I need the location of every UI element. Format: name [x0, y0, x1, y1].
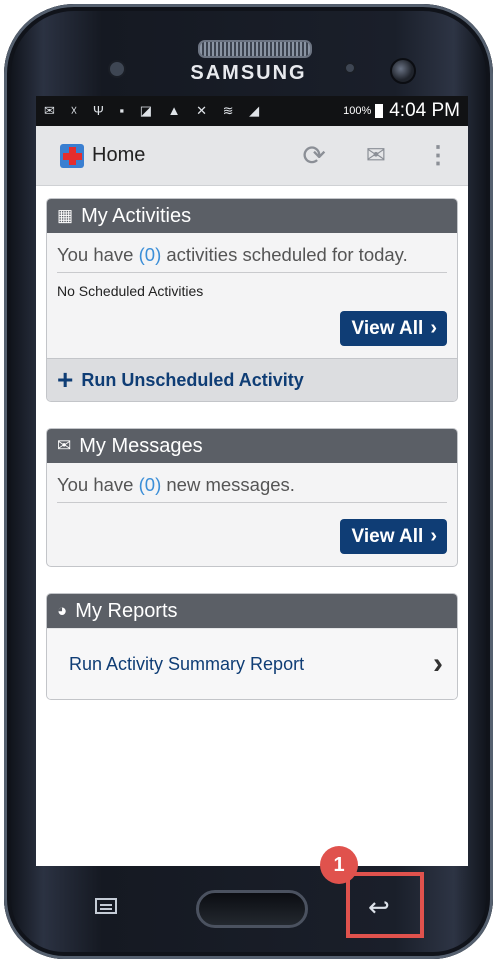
- plus-icon: +: [57, 364, 74, 395]
- mail-icon[interactable]: ✉: [366, 141, 386, 170]
- messages-title: My Messages: [79, 434, 203, 457]
- run-unscheduled-activity-button[interactable]: + Run Unscheduled Activity: [47, 358, 457, 401]
- activities-msg-prefix: You have: [57, 244, 139, 265]
- step-badge: 1: [320, 846, 358, 884]
- hardware-menu-button[interactable]: [95, 898, 117, 914]
- page-title: Home: [92, 144, 146, 166]
- screen: ✉ ☓ Ψ ▪ ◪ ▲ ✕ ≋ ◢ 100% 4:04 PM Home ⟳ ✉ …: [36, 96, 468, 866]
- chevron-right-icon: ›: [430, 525, 437, 547]
- battery-percent: 100%: [343, 105, 372, 117]
- reports-card: ◕ My Reports Run Activity Summary Report…: [46, 593, 458, 700]
- hardware-home-button[interactable]: [196, 890, 308, 928]
- calendar-icon: ▦: [57, 206, 74, 225]
- messages-card: ✉ My Messages You have (0) new messages.…: [46, 428, 458, 567]
- messages-count: (0): [138, 474, 162, 495]
- messages-header: ✉ My Messages: [47, 429, 457, 463]
- envelope-icon: ✉: [57, 436, 72, 455]
- view-all-label: View All: [351, 525, 424, 547]
- run-unscheduled-label: Run Unscheduled Activity: [81, 369, 304, 390]
- battery-icon: [375, 104, 384, 118]
- reports-header: ◕ My Reports: [47, 594, 457, 628]
- activities-header: ▦ My Activities: [47, 199, 457, 233]
- messages-summary: You have (0) new messages.: [57, 473, 447, 503]
- messages-actions: View All ›: [57, 503, 447, 566]
- pie-chart-icon: ◕: [57, 601, 68, 620]
- activities-body: You have (0) activities scheduled for to…: [47, 233, 457, 358]
- no-activities-text: No Scheduled Activities: [57, 283, 204, 299]
- status-bar: ✉ ☓ Ψ ▪ ◪ ▲ ✕ ≋ ◢ 100% 4:04 PM: [36, 96, 468, 126]
- main-content: ▦ My Activities You have (0) activities …: [36, 186, 468, 700]
- sync-icon[interactable]: ⟳: [302, 139, 325, 172]
- speaker-grille: [198, 40, 312, 58]
- messages-msg-suffix: new messages.: [161, 474, 295, 495]
- overflow-menu-icon[interactable]: ⋮: [426, 141, 450, 170]
- view-all-label: View All: [351, 317, 424, 339]
- run-activity-summary-report-row[interactable]: Run Activity Summary Report ›: [47, 628, 457, 699]
- view-all-messages-button[interactable]: View All ›: [339, 519, 447, 554]
- chevron-right-icon: ›: [430, 317, 437, 339]
- activities-count: (0): [138, 244, 162, 265]
- app-logo-icon[interactable]: [60, 143, 84, 168]
- run-activity-summary-report-link[interactable]: Run Activity Summary Report: [69, 654, 433, 675]
- notification-icons: ✉ ☓ Ψ ▪ ◪ ▲ ✕ ≋ ◢: [44, 103, 266, 118]
- activities-card: ▦ My Activities You have (0) activities …: [46, 198, 458, 402]
- activities-title: My Activities: [81, 204, 192, 227]
- activities-actions: View All ›: [57, 305, 447, 358]
- status-time: 4:04 PM: [389, 100, 460, 121]
- messages-body: You have (0) new messages. View All ›: [47, 463, 457, 566]
- activities-summary: You have (0) activities scheduled for to…: [57, 243, 447, 273]
- reports-title: My Reports: [75, 599, 178, 622]
- chevron-right-icon: ›: [433, 647, 443, 680]
- view-all-activities-button[interactable]: View All ›: [339, 311, 447, 346]
- activities-msg-suffix: activities scheduled for today.: [161, 244, 408, 265]
- app-bar: Home ⟳ ✉ ⋮: [36, 126, 468, 186]
- messages-msg-prefix: You have: [57, 474, 139, 495]
- brand-logo: SAMSUNG: [190, 62, 307, 84]
- back-button-highlight: [346, 872, 424, 938]
